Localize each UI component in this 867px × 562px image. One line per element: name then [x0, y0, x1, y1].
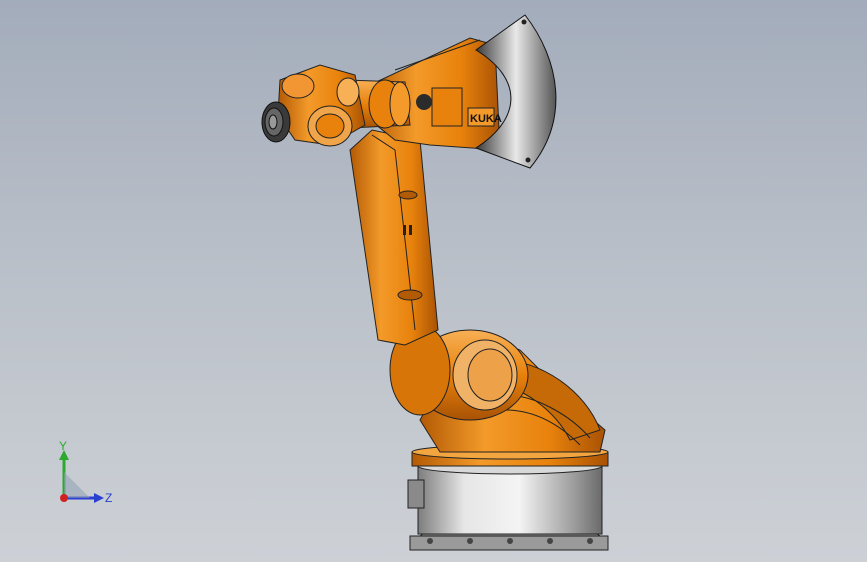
- wrist-joint: [277, 64, 366, 147]
- z-axis-label: Z: [105, 491, 112, 505]
- graphics-viewport[interactable]: KUKA Y Z: [0, 0, 867, 562]
- y-axis-label: Y: [59, 439, 67, 453]
- x-axis-origin: [60, 494, 68, 502]
- lower-arm: [349, 129, 439, 346]
- robot-arm-model[interactable]: KUKA: [0, 0, 867, 562]
- tool-flange: [261, 101, 291, 143]
- robot-base: [407, 444, 609, 551]
- coordinate-triad: Y Z: [59, 439, 112, 505]
- brand-logo: KUKA: [470, 113, 502, 125]
